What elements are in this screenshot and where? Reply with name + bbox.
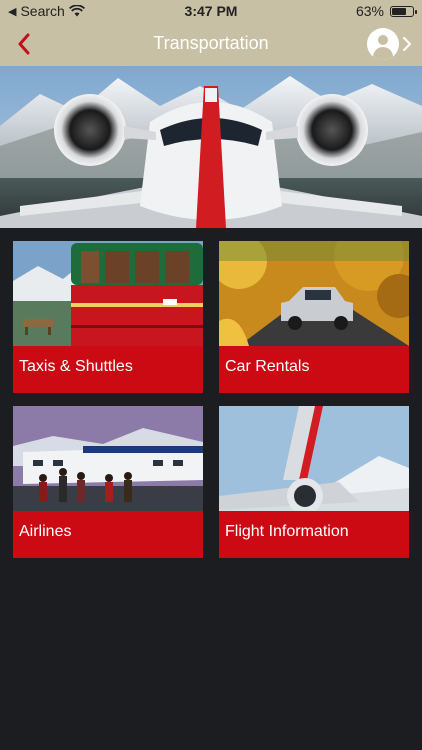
user-icon — [367, 28, 399, 60]
tile-taxis-shuttles[interactable]: Taxis & Shuttles — [13, 241, 203, 393]
tile-label: Car Rentals — [225, 358, 310, 375]
status-bar: ◀ Search 3:47 PM 63% — [0, 0, 422, 22]
chevron-right-icon — [402, 36, 412, 52]
tile-airlines[interactable]: Airlines — [13, 406, 203, 558]
truck-photo — [219, 241, 409, 346]
passengers-boarding-photo — [13, 406, 203, 511]
profile-button[interactable] — [367, 28, 412, 60]
page-title: Transportation — [153, 33, 269, 53]
tile-car-rentals[interactable]: Car Rentals — [219, 241, 409, 393]
battery-icon — [390, 5, 417, 17]
trolley-photo — [13, 241, 203, 346]
hero-image — [0, 66, 422, 228]
status-right: 63% — [355, 3, 417, 19]
tile-label: Taxis & Shuttles — [19, 358, 133, 375]
tile-flight-information[interactable]: Flight Information — [219, 406, 409, 558]
battery-level — [392, 7, 406, 15]
tile-label: Airlines — [19, 523, 72, 540]
jet-illustration — [0, 66, 422, 228]
tile-label: Flight Information — [225, 523, 349, 540]
battery-percent: 63% — [355, 3, 384, 19]
navigation-bar: Transportation — [0, 22, 422, 66]
jet-tail-photo — [219, 406, 409, 511]
